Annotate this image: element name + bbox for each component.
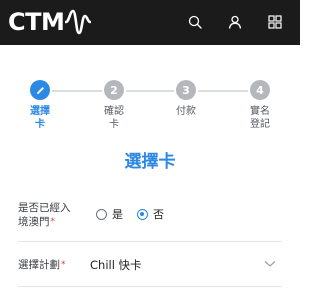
radio-yes[interactable]: 是 — [96, 206, 123, 222]
step-confirm-card[interactable]: 2 確認 卡 — [84, 80, 144, 131]
required-mark: * — [61, 260, 66, 270]
user-icon[interactable] — [225, 12, 245, 32]
pencil-icon — [36, 86, 44, 94]
plan-select-value[interactable]: Chill 快卡 — [90, 257, 142, 273]
step-4-label: 實名 登記 — [250, 105, 270, 131]
page-title: 選擇卡 — [124, 152, 176, 172]
radio-no-label[interactable]: 否 — [153, 206, 164, 222]
entered-macau-label: 是否已經入境澳門* — [18, 201, 80, 229]
step-payment[interactable]: 3 付款 — [156, 80, 216, 118]
logo-text: CTM — [8, 8, 65, 36]
entered-macau-field: 是否已經入境澳門* 是 否 — [18, 199, 282, 242]
radio-no[interactable]: 否 — [137, 206, 164, 222]
entered-macau-radio-group: 是 否 — [96, 206, 178, 222]
step-2-circle: 2 — [104, 80, 124, 100]
chevron-down-icon[interactable] — [264, 260, 276, 268]
step-2-label: 確認 卡 — [104, 105, 124, 131]
grid-menu-icon[interactable] — [265, 12, 285, 32]
step-4-label-text: 實名 登記 — [250, 106, 270, 130]
brand-logo[interactable]: CTM — [8, 7, 92, 37]
search-icon[interactable] — [185, 12, 205, 32]
entered-macau-label-text: 是否已經入境澳門 — [18, 202, 71, 228]
radio-yes-label[interactable]: 是 — [112, 206, 123, 222]
step-3-circle: 3 — [176, 80, 196, 100]
step-3-label-text: 付款 — [176, 106, 196, 117]
step-1-label-text: 選擇 卡 — [30, 106, 50, 130]
logo-wave-icon — [65, 9, 92, 35]
step-real-name-registration[interactable]: 4 實名 登記 — [230, 80, 290, 131]
step-1-circle — [30, 80, 50, 100]
plan-select-field[interactable]: 選擇計劃* Chill 快卡 — [18, 248, 282, 287]
top-navigation-bar: CTM — [0, 0, 300, 45]
required-mark: * — [50, 217, 56, 227]
radio-no-circle[interactable] — [137, 208, 148, 220]
progress-stepper: 選擇 卡 2 確認 卡 3 付款 4 實名 登記 — [0, 80, 300, 140]
step-1-label: 選擇 卡 — [30, 105, 50, 131]
step-2-label-text: 確認 卡 — [104, 106, 124, 130]
radio-yes-circle[interactable] — [96, 208, 107, 220]
plan-label-text: 選擇計劃 — [18, 259, 60, 271]
step-4-circle: 4 — [250, 80, 270, 100]
step-select-card[interactable]: 選擇 卡 — [10, 80, 70, 131]
plan-label: 選擇計劃* — [18, 258, 66, 272]
step-3-label: 付款 — [176, 105, 196, 118]
